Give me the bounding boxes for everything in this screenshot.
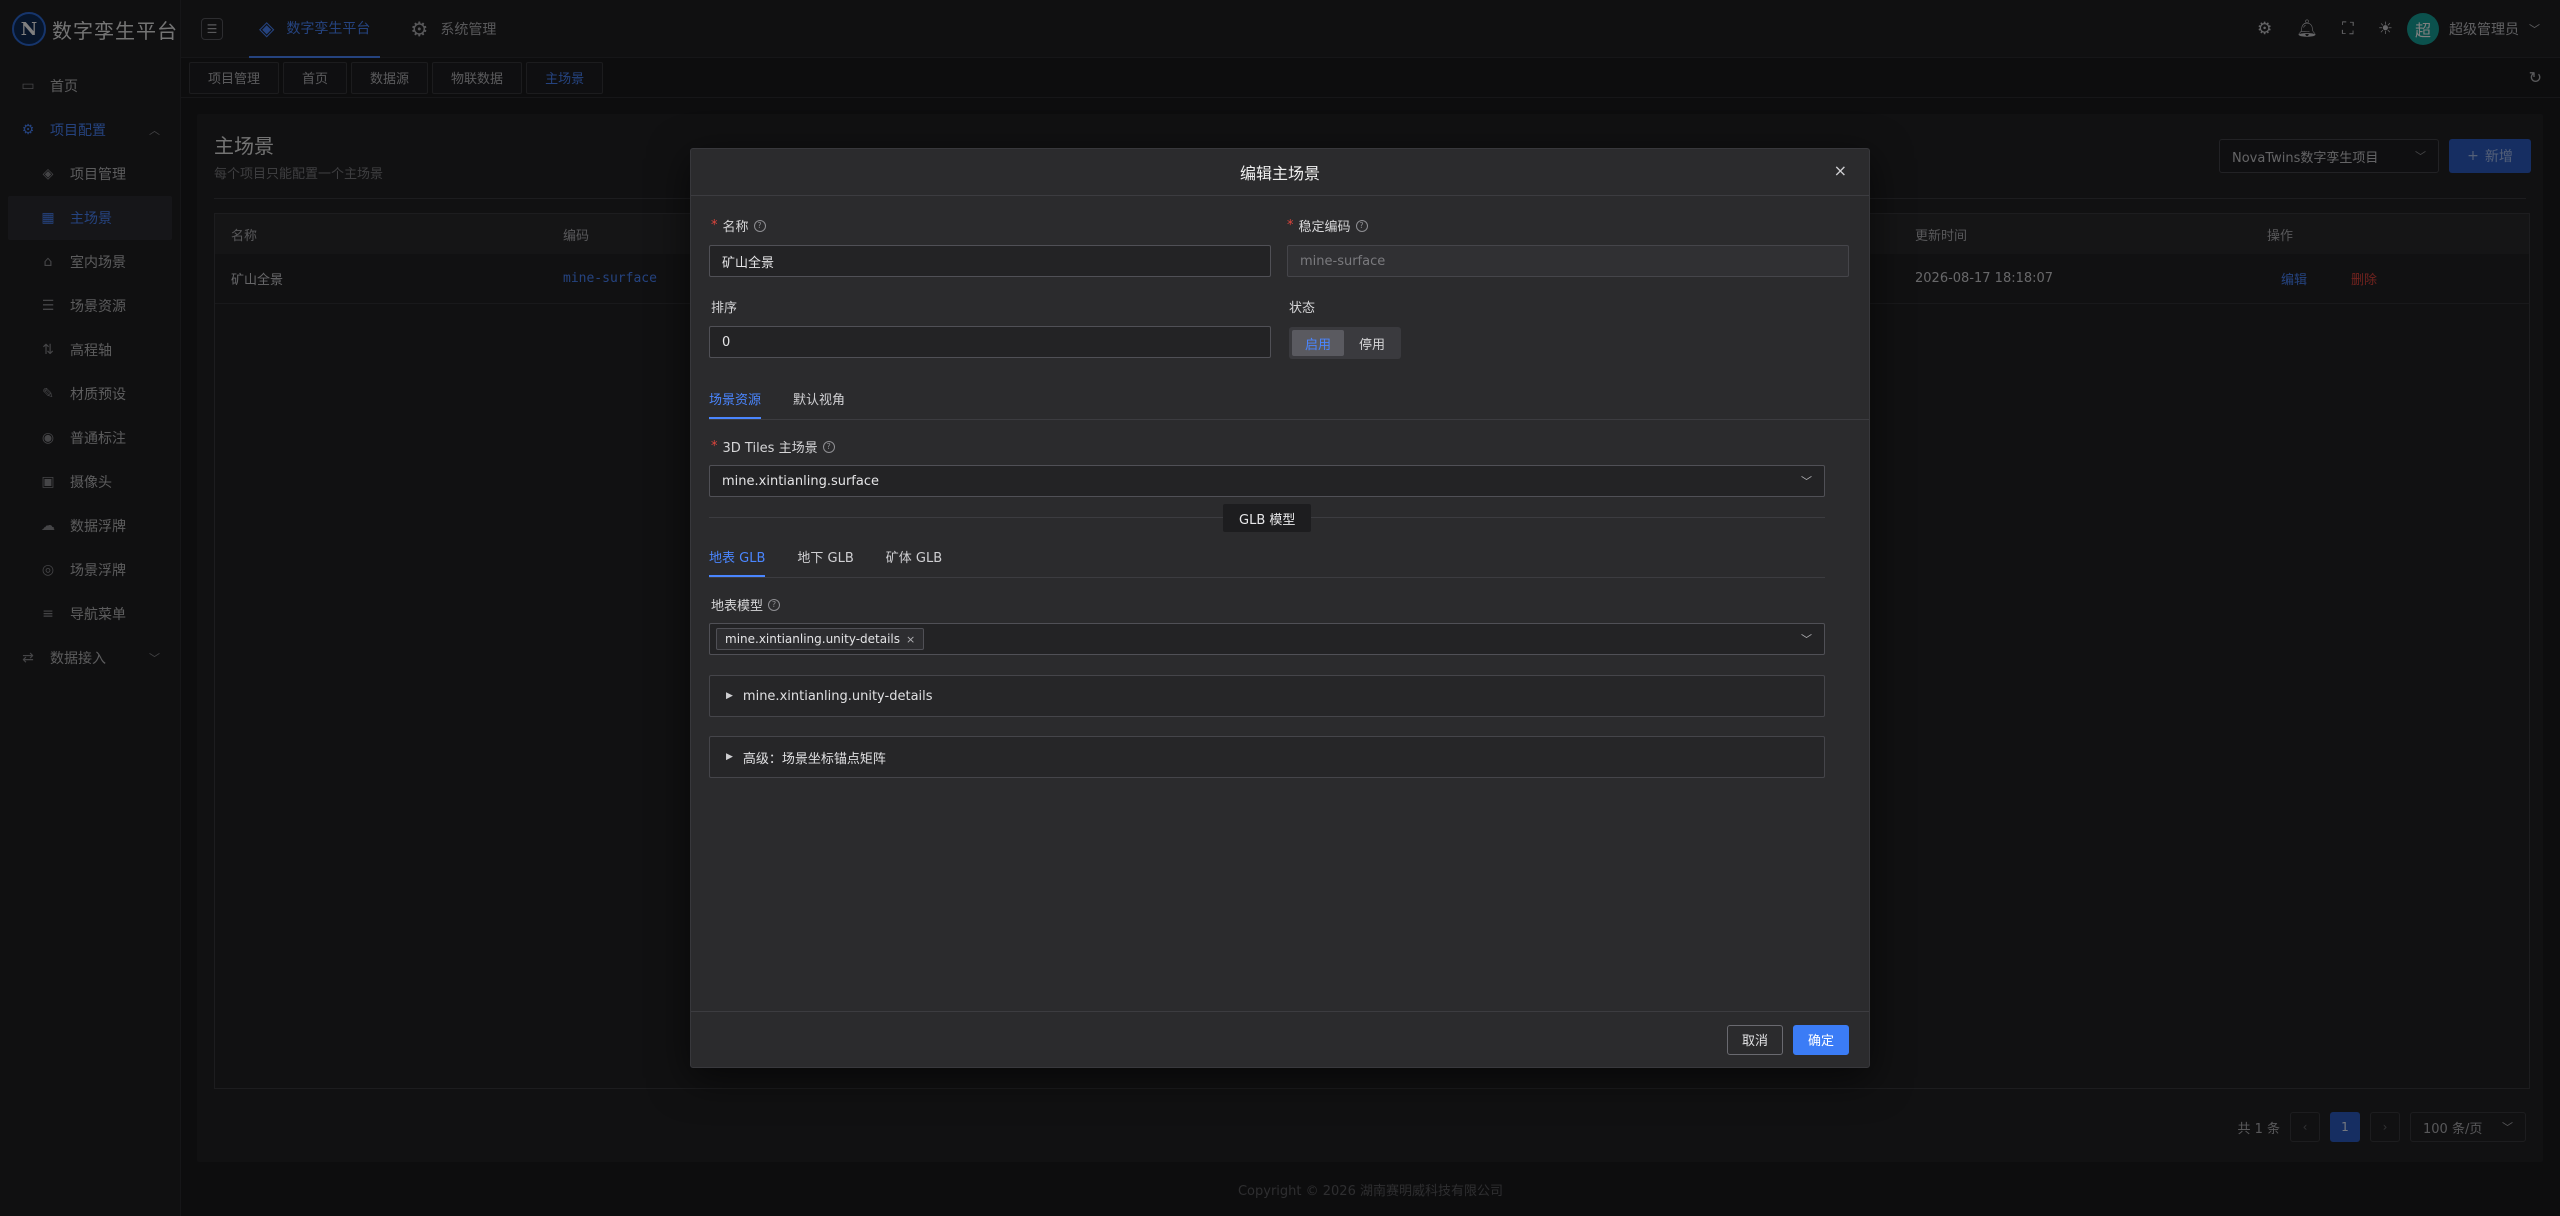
dialog-footer: 取消 确定 xyxy=(691,1011,1869,1067)
tiles-select[interactable]: mine.xintianling.surface ﹀ xyxy=(709,465,1825,497)
help-icon[interactable]: ? xyxy=(753,219,766,232)
surface-model-label-text: 地表模型 xyxy=(711,599,764,614)
selected-model-tag: mine.xintianling.unity-details × xyxy=(716,628,925,650)
name-label-text: 名称 xyxy=(722,220,749,235)
required-mark: * xyxy=(711,218,718,233)
status-label: 状态 xyxy=(1289,297,1315,316)
dialog-header: 编辑主场景 × xyxy=(691,149,1869,196)
cancel-button[interactable]: 取消 xyxy=(1726,1024,1783,1055)
close-icon[interactable]: × xyxy=(1834,161,1847,180)
anchor-matrix-panel[interactable]: ▶ 高级：场景坐标锚点矩阵 xyxy=(709,736,1825,778)
tiles-label-text: 3D Tiles 主场景 xyxy=(722,441,818,456)
surface-model-label: 地表模型? xyxy=(711,595,781,614)
tiles-label: * 3D Tiles 主场景? xyxy=(711,437,835,456)
name-label: * 名称? xyxy=(711,216,766,235)
status-option-disabled[interactable]: 停用 xyxy=(1346,330,1398,356)
code-label-text: 稳定编码 xyxy=(1298,220,1351,235)
panel-title: 高级：场景坐标锚点矩阵 xyxy=(742,751,886,767)
tab-surface-glb[interactable]: 地表 GLB xyxy=(709,547,766,577)
order-label: 排序 xyxy=(711,297,737,316)
order-label-text: 排序 xyxy=(711,301,738,316)
chevron-down-icon: ﹀ xyxy=(1801,633,1812,646)
help-icon[interactable]: ? xyxy=(768,598,781,611)
code-label: * 稳定编码? xyxy=(1287,216,1368,235)
status-option-enabled[interactable]: 启用 xyxy=(1292,330,1344,356)
caret-right-icon: ▶ xyxy=(726,752,733,762)
caret-right-icon: ▶ xyxy=(726,691,733,701)
required-mark: * xyxy=(1287,218,1294,233)
confirm-button[interactable]: 确定 xyxy=(1792,1024,1849,1055)
tab-orebody-glb[interactable]: 矿体 GLB xyxy=(886,547,942,577)
model-details-panel[interactable]: ▶ mine.xintianling.unity-details xyxy=(709,675,1825,717)
status-label-text: 状态 xyxy=(1289,301,1316,316)
panel-title: mine.xintianling.unity-details xyxy=(742,688,933,704)
glb-divider-label: GLB 模型 xyxy=(1223,504,1312,532)
help-icon[interactable]: ? xyxy=(822,440,835,453)
name-input[interactable]: 矿山全景 xyxy=(709,245,1271,277)
remove-tag-icon[interactable]: × xyxy=(906,633,915,646)
code-input: mine-surface xyxy=(1287,245,1849,277)
tab-underground-glb[interactable]: 地下 GLB xyxy=(797,547,853,577)
required-mark: * xyxy=(711,439,718,454)
edit-main-scene-dialog: 编辑主场景 × * 名称? 矿山全景 * 稳定编码? mine-surface 排序… xyxy=(690,148,1870,1068)
chevron-down-icon: ﹀ xyxy=(1801,475,1812,488)
tab-scene-resources[interactable]: 场景资源 xyxy=(709,389,762,419)
surface-model-select[interactable]: mine.xintianling.unity-details × ﹀ xyxy=(709,623,1825,655)
status-segmented: 启用 停用 xyxy=(1289,327,1401,359)
tab-default-view[interactable]: 默认视角 xyxy=(793,389,845,419)
order-input[interactable]: 0 xyxy=(709,326,1271,358)
scene-tabs: 场景资源 默认视角 xyxy=(709,389,1869,420)
selected-model-tag-label: mine.xintianling.unity-details xyxy=(725,632,901,646)
dialog-title: 编辑主场景 xyxy=(1239,164,1320,183)
help-icon[interactable]: ? xyxy=(1355,219,1368,232)
glb-tabs: 地表 GLB 地下 GLB 矿体 GLB xyxy=(709,547,1825,578)
tiles-select-value: mine.xintianling.surface xyxy=(722,473,879,489)
